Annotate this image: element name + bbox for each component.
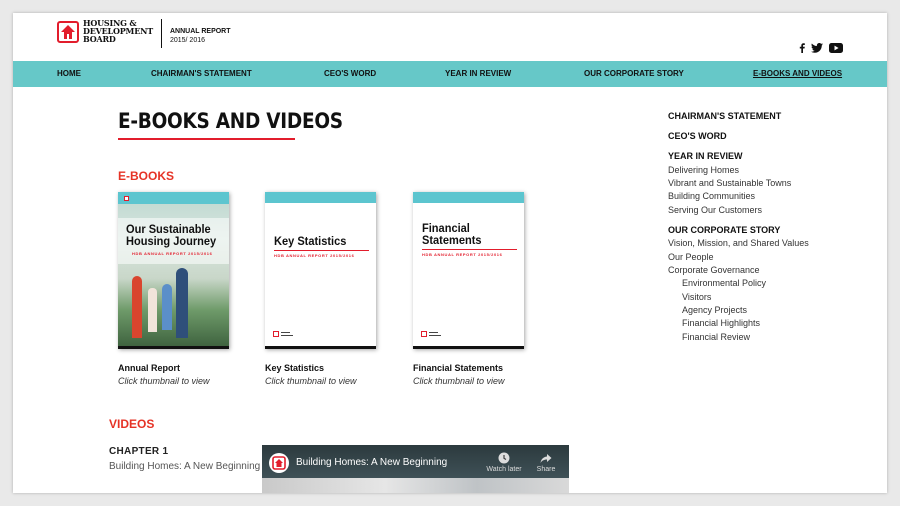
figure-mother [132,276,142,338]
twitter-icon[interactable] [811,40,823,58]
page: HOUSING & DEVELOPMENT BOARD ANNUAL REPOR… [13,13,887,493]
share-label: Share [536,466,556,473]
figure-child-2 [162,284,172,330]
main-nav: HOME CHAIRMAN'S STATEMENT CEO'S WORD YEA… [13,61,887,87]
cover-bottom-bar [265,346,376,349]
cover-logo-icon [124,196,129,201]
cover-logo: ▬▬▬ ▬▬▬▬ [273,331,293,337]
chapter-label: CHAPTER 1 [109,446,169,457]
cover-bottom-bar [118,346,229,349]
video-player[interactable]: Building Homes: A New Beginning Watch la… [262,445,569,493]
key-statistics-thumbnail[interactable]: Key Statistics HDB ANNUAL REPORT 2015/20… [265,192,376,349]
figure-child [148,288,157,332]
nav-our-corporate-story[interactable]: OUR CORPORATE STORY [584,61,684,87]
title-underline [118,138,295,140]
sidebar-financial-review[interactable]: Financial Review [682,332,750,342]
sidebar-year-in-review[interactable]: YEAR IN REVIEW [668,151,743,161]
nav-year-in-review[interactable]: YEAR IN REVIEW [445,61,511,87]
facebook-icon[interactable] [799,40,805,58]
nav-ceos-word[interactable]: CEO'S WORD [324,61,376,87]
sidebar-agency-projects[interactable]: Agency Projects [682,305,747,315]
channel-avatar[interactable] [269,453,289,473]
cover-logo-icon [273,331,279,337]
sidebar-vibrant-towns[interactable]: Vibrant and Sustainable Towns [668,178,791,188]
hdb-house-icon [57,21,79,43]
key-statistics-hint: Click thumbnail to view [265,376,357,386]
cover-bottom-bar [413,346,524,349]
financial-statements-hint: Click thumbnail to view [413,376,505,386]
cover-title-line-2: Housing Journey [126,234,217,248]
financial-statements-thumbnail[interactable]: Financial Statements HDB ANNUAL REPORT 2… [413,192,524,349]
figure-father [176,268,188,338]
sidebar-visitors[interactable]: Visitors [682,292,711,302]
financial-statements-caption[interactable]: Financial Statements [413,363,503,373]
sidebar-our-corporate-story[interactable]: OUR CORPORATE STORY [668,225,780,235]
video-title[interactable]: Building Homes: A New Beginning [296,457,447,468]
cover-logo: ▬▬▬ ▬▬▬▬ [421,331,441,337]
page-title: E-BOOKS AND VIDEOS [118,109,343,133]
sidebar-our-people[interactable]: Our People [668,252,714,262]
cover-logo-text: ▬▬▬ ▬▬▬▬ [281,330,293,337]
watch-later-label: Watch later [486,466,522,473]
sidebar-vision-mission[interactable]: Vision, Mission, and Shared Values [668,238,809,248]
hdb-house-icon [272,456,286,470]
sidebar-corporate-governance[interactable]: Corporate Governance [668,265,760,275]
sidebar-serving-customers[interactable]: Serving Our Customers [668,205,762,215]
youtube-icon[interactable] [829,40,843,58]
sidebar-financial-highlights[interactable]: Financial Highlights [682,318,760,328]
sidebar-chairmans-statement[interactable]: CHAIRMAN'S STATEMENT [668,111,781,121]
cover-subtitle: HDB ANNUAL REPORT 2015/2016 [274,253,355,258]
sidebar-building-communities[interactable]: Building Communities [668,191,755,201]
annual-report-hint: Click thumbnail to view [118,376,210,386]
share-button[interactable]: Share [524,452,568,473]
cover-rule [274,250,369,251]
hdb-logo[interactable]: HOUSING & DEVELOPMENT BOARD ANNUAL REPOR… [57,19,231,48]
cover-subtitle: HDB ANNUAL REPORT 2015/2016 [422,252,503,257]
cover-title-line-2: Statements [422,233,482,247]
sidebar-environmental-policy[interactable]: Environmental Policy [682,278,766,288]
annual-report-caption[interactable]: Annual Report [118,363,180,373]
cover-logo-icon [421,331,427,337]
logo-text: HOUSING & DEVELOPMENT BOARD [83,18,153,44]
annual-report-thumbnail[interactable]: Our Sustainable Housing Journey HDB ANNU… [118,192,229,349]
cover-rule [422,249,517,250]
cover-title: Key Statistics [274,234,347,248]
nav-home[interactable]: HOME [57,61,81,87]
ebooks-heading: E-BOOKS [118,169,175,183]
social-links [799,40,843,58]
cover-top-bar [265,192,376,203]
video-frame [262,478,569,493]
videos-heading: VIDEOS [109,417,155,431]
clock-icon [482,452,526,466]
sidebar-ceos-word[interactable]: CEO'S WORD [668,131,727,141]
cover-top-bar [413,192,524,203]
cover-top-bar [118,192,229,204]
nav-ebooks-and-videos[interactable]: E-BOOKS AND VIDEOS [753,61,842,87]
watch-later-button[interactable]: Watch later [482,452,526,473]
report-label: ANNUAL REPORT 2015/ 2016 [169,28,231,44]
logo-divider [160,19,162,48]
sidebar-delivering-homes[interactable]: Delivering Homes [668,165,739,175]
cover-logo-text: ▬▬▬ ▬▬▬▬ [429,330,441,337]
key-statistics-caption[interactable]: Key Statistics [265,363,324,373]
share-icon [524,452,568,466]
cover-subtitle: HDB ANNUAL REPORT 2015/2016 [132,251,213,256]
nav-chairmans-statement[interactable]: CHAIRMAN'S STATEMENT [151,61,252,87]
chapter-title: Building Homes: A New Beginning [109,461,261,472]
